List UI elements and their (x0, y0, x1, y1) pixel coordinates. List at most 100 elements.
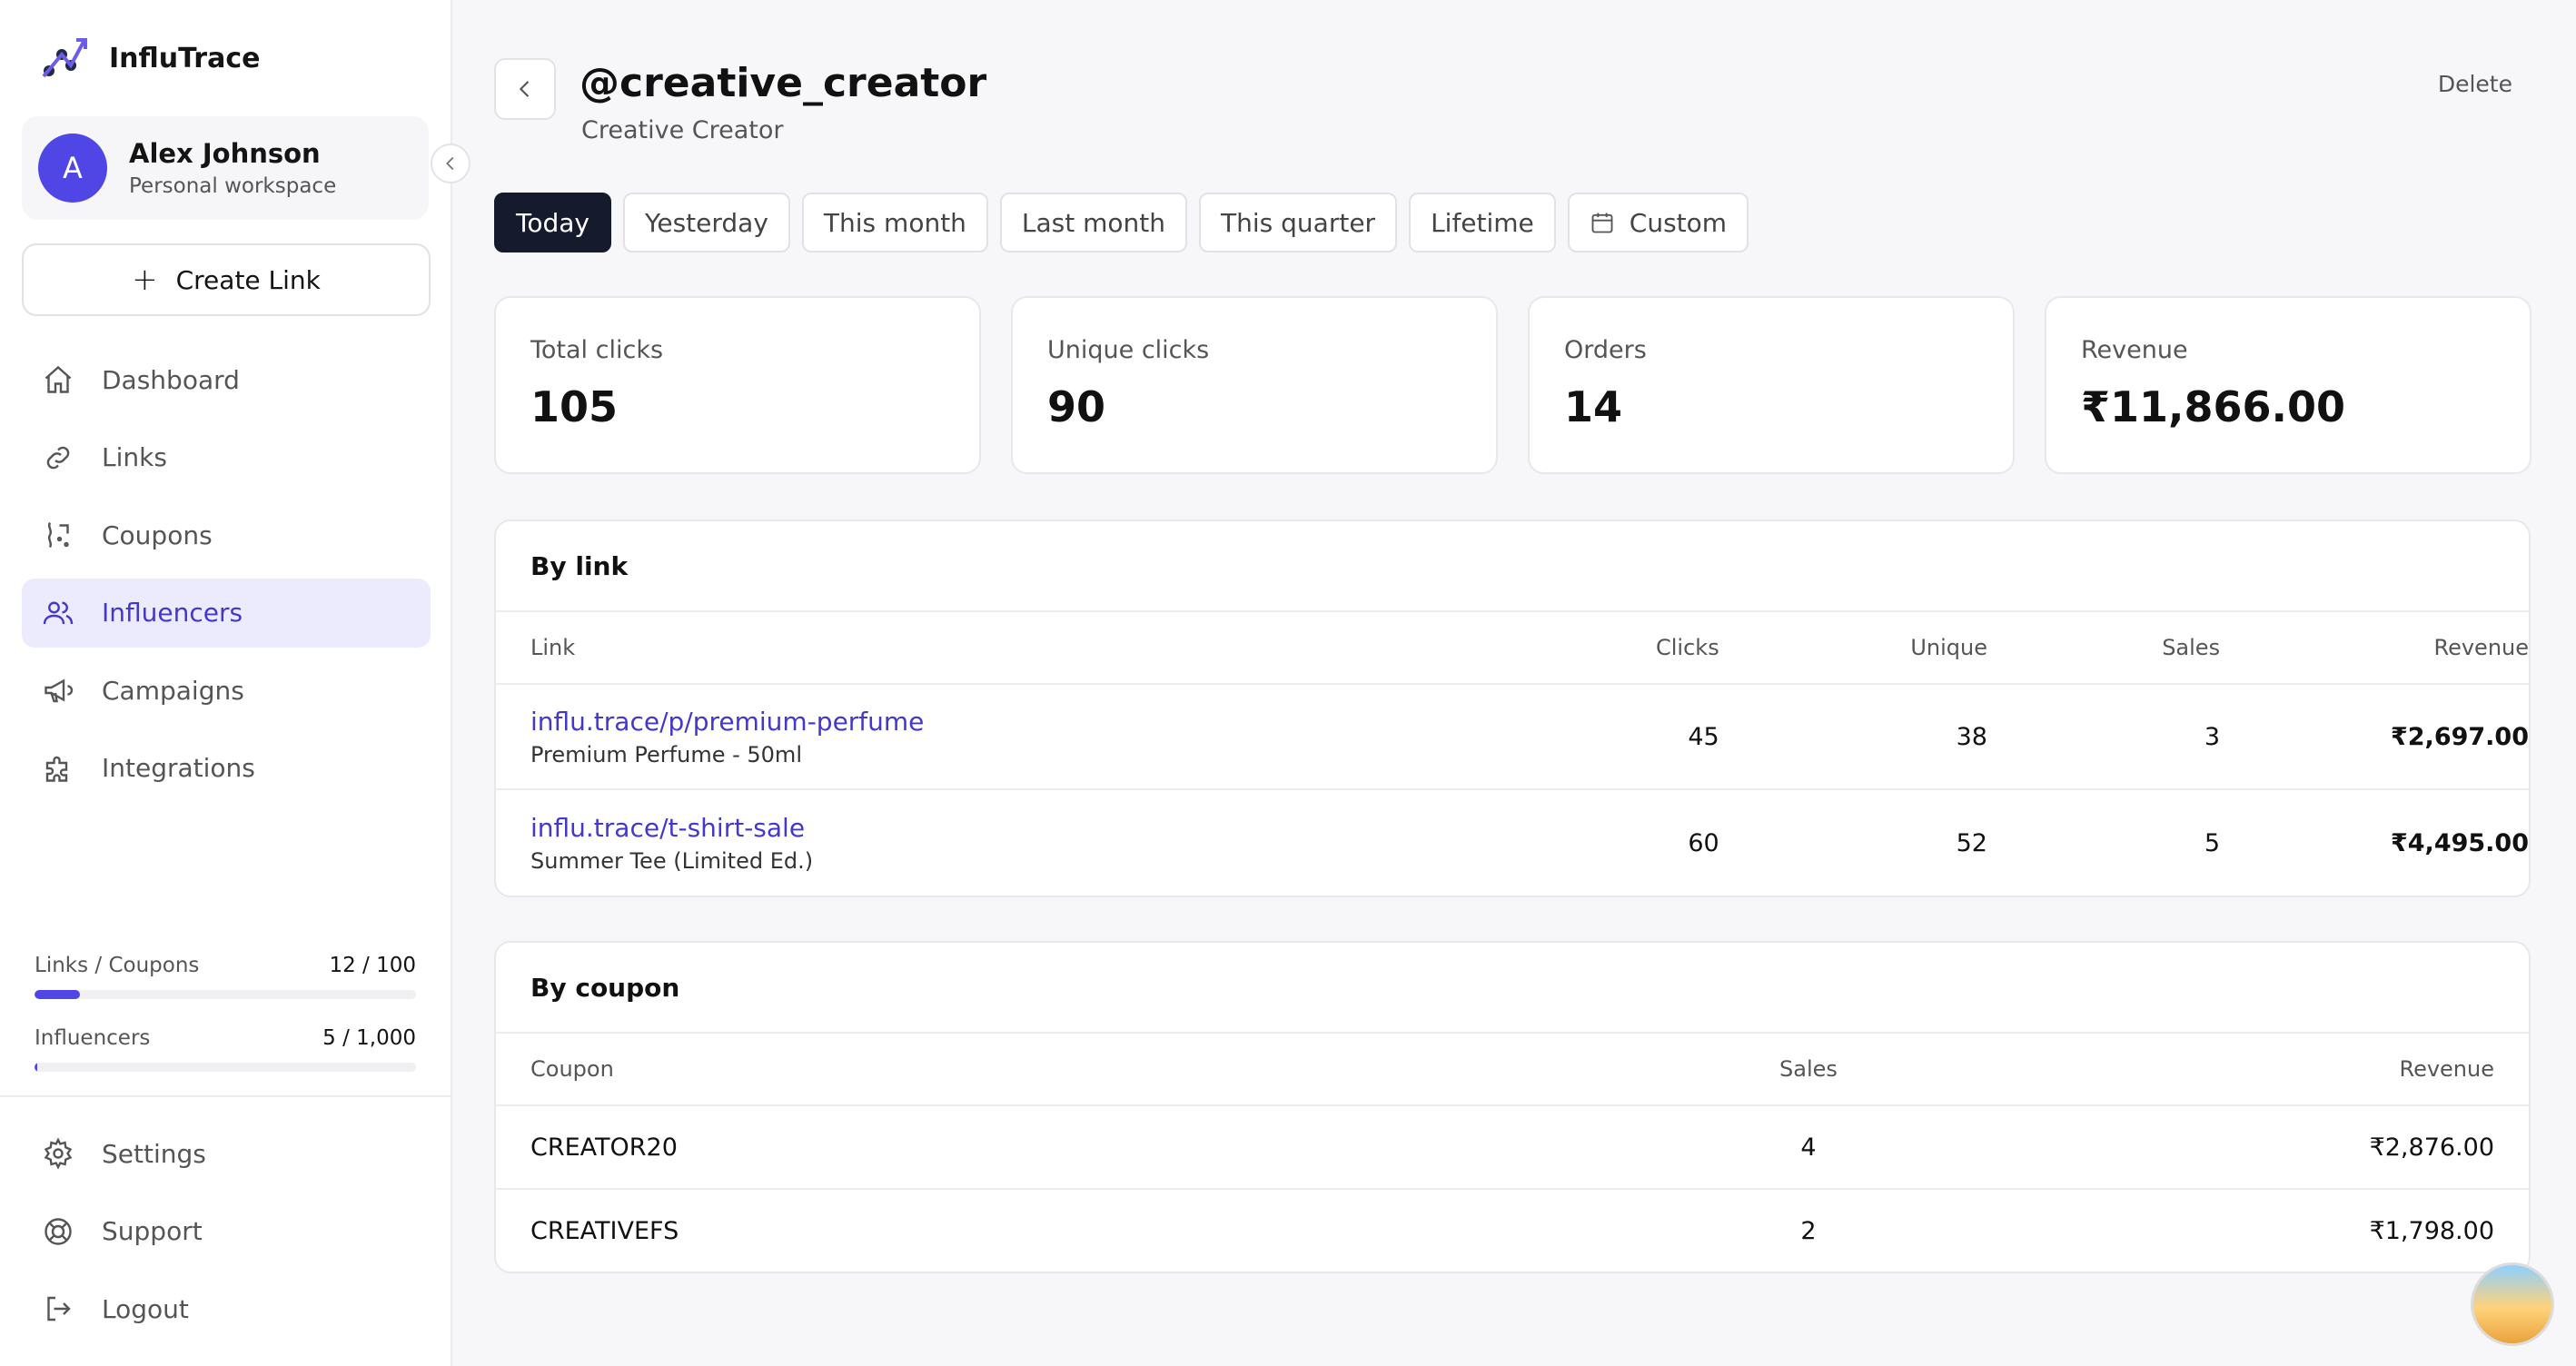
sidebar-item-logout[interactable]: Logout (22, 1274, 431, 1343)
table-header: Link Clicks Unique Sales Revenue (496, 612, 2529, 685)
cell-sales: 2 (1800, 1216, 1817, 1245)
cell-revenue: ₹2,876.00 (2369, 1133, 2494, 1162)
stat-value: 90 (1047, 382, 1106, 431)
range-this-month[interactable]: This month (801, 193, 988, 252)
sidebar-item-label: Support (102, 1216, 203, 1246)
sidebar-item-integrations[interactable]: Integrations (22, 734, 431, 803)
by-link-panel: By link Link Clicks Unique Sales Revenue… (494, 520, 2531, 897)
table-row[interactable]: CREATOR20 4 ₹2,876.00 (496, 1106, 2529, 1190)
sidebar-item-influencers[interactable]: Influencers (22, 578, 431, 648)
workspace-user-name: Alex Johnson (129, 138, 321, 169)
stats-cards: Total clicks 105 Unique clicks 90 Orders… (494, 296, 2531, 474)
column-header: Unique (1910, 635, 1987, 660)
cell-sales: 4 (1800, 1133, 1817, 1162)
assistant-avatar-button[interactable] (2471, 1262, 2554, 1346)
range-custom-label: Custom (1629, 207, 1728, 238)
range-yesterday[interactable]: Yesterday (622, 193, 790, 252)
create-link-button[interactable]: + Create Link (22, 243, 431, 316)
sidebar-item-campaigns[interactable]: Campaigns (22, 656, 431, 725)
range-today[interactable]: Today (494, 193, 611, 252)
gear-icon (44, 1137, 73, 1170)
calendar-icon (1591, 213, 1613, 233)
range-last-month[interactable]: Last month (999, 193, 1188, 252)
stat-value: 105 (530, 382, 619, 431)
table-row[interactable]: CREATIVEFS 2 ₹1,798.00 (496, 1190, 2529, 1272)
main-content: @creative_creator Creative Creator Delet… (452, 0, 2576, 1366)
stat-value: 14 (1564, 382, 1623, 431)
sidebar-item-coupons[interactable]: Coupons (22, 500, 431, 569)
column-header: Revenue (2433, 635, 2530, 660)
chevron-left-icon (519, 81, 530, 97)
sidebar-item-label: Settings (102, 1138, 206, 1169)
cell-sales: 3 (2204, 722, 2221, 751)
sidebar-item-label: Coupons (102, 520, 213, 550)
range-lifetime[interactable]: Lifetime (1409, 193, 1556, 252)
back-button[interactable] (494, 58, 556, 120)
stat-card-revenue: Revenue ₹11,866.00 (2045, 296, 2531, 474)
date-range-tabs: Today Yesterday This month Last month Th… (494, 193, 1760, 252)
brand[interactable]: InfluTrace (38, 33, 260, 84)
table-row[interactable]: influ.trace/p/premium-perfume Premium Pe… (496, 685, 2529, 790)
sidebar-item-label: Logout (102, 1293, 189, 1324)
lifebuoy-icon (45, 1217, 72, 1245)
link-product-name: Premium Perfume - 50ml (530, 741, 802, 767)
delete-button[interactable]: Delete (2438, 71, 2512, 97)
stat-label: Unique clicks (1047, 336, 1210, 364)
sidebar-item-label: Dashboard (102, 364, 240, 395)
stat-label: Total clicks (530, 336, 664, 364)
column-header: Sales (1779, 1056, 1838, 1082)
sidebar-item-links[interactable]: Links (22, 423, 431, 492)
page-subtitle: Creative Creator (581, 116, 784, 144)
megaphone-icon (45, 678, 74, 703)
plus-icon: + (132, 262, 158, 298)
sidebar-item-support[interactable]: Support (22, 1197, 431, 1266)
avatar: A (38, 134, 107, 203)
coupon-icon (47, 521, 69, 549)
main-nav: Dashboard Links Coupons Influencers Camp… (22, 345, 431, 811)
usage-bar-fill (35, 990, 81, 999)
stat-label: Orders (1564, 336, 1647, 364)
sidebar-item-label: Campaigns (102, 675, 244, 706)
chart-trend-icon (42, 38, 87, 78)
table-row[interactable]: influ.trace/t-shirt-sale Summer Tee (Lim… (496, 790, 2529, 896)
stat-value: ₹11,866.00 (2081, 382, 2346, 431)
page-title: @creative_creator (580, 60, 987, 106)
divider (0, 1095, 451, 1097)
create-link-label: Create Link (175, 264, 321, 295)
column-header: Revenue (2399, 1056, 2494, 1082)
sidebar-item-label: Influencers (102, 598, 243, 628)
link-url[interactable]: influ.trace/p/premium-perfume (530, 707, 1567, 737)
sidebar-item-settings[interactable]: Settings (22, 1119, 431, 1188)
logout-icon (47, 1296, 71, 1321)
range-custom[interactable]: Custom (1567, 193, 1749, 252)
table-header: Coupon Sales Revenue (496, 1034, 2529, 1106)
cell-clicks: 45 (1688, 722, 1719, 751)
usage-label-influencers: Influencers (35, 1026, 151, 1050)
cell-revenue: ₹1,798.00 (2369, 1216, 2494, 1245)
workspace-switcher[interactable]: A Alex Johnson Personal workspace (22, 116, 429, 220)
brand-name: InfluTrace (109, 42, 261, 74)
bottom-nav: Settings Support Logout (22, 1119, 431, 1352)
usage-count-influencers: 5 / 1,000 (322, 1026, 416, 1050)
by-coupon-panel: By coupon Coupon Sales Revenue CREATOR20… (494, 941, 2531, 1273)
workspace-subtitle: Personal workspace (129, 174, 337, 198)
stat-card-unique-clicks: Unique clicks 90 (1011, 296, 1498, 474)
panel-title: By coupon (496, 943, 2529, 1034)
panel-title: By link (496, 521, 2529, 612)
cell-revenue: ₹4,495.00 (2390, 828, 2530, 857)
users-icon (43, 601, 74, 624)
cell-clicks: 60 (1688, 828, 1719, 857)
sidebar-item-label: Integrations (102, 753, 255, 783)
cell-unique: 38 (1956, 722, 1987, 751)
range-this-quarter[interactable]: This quarter (1199, 193, 1398, 252)
link-product-name: Summer Tee (Limited Ed.) (530, 847, 814, 874)
link-url[interactable]: influ.trace/t-shirt-sale (530, 813, 1567, 843)
usage-panel: Links / Coupons 12 / 100 Influencers 5 /… (35, 954, 416, 1099)
column-header: Sales (2162, 635, 2221, 660)
column-header: Coupon (530, 1056, 614, 1082)
stat-label: Revenue (2081, 336, 2188, 364)
sidebar-item-dashboard[interactable]: Dashboard (22, 345, 431, 414)
collapse-sidebar-button[interactable] (431, 144, 471, 183)
usage-bar-influencers (35, 1063, 416, 1072)
cell-coupon-code: CREATIVEFS (530, 1216, 679, 1245)
